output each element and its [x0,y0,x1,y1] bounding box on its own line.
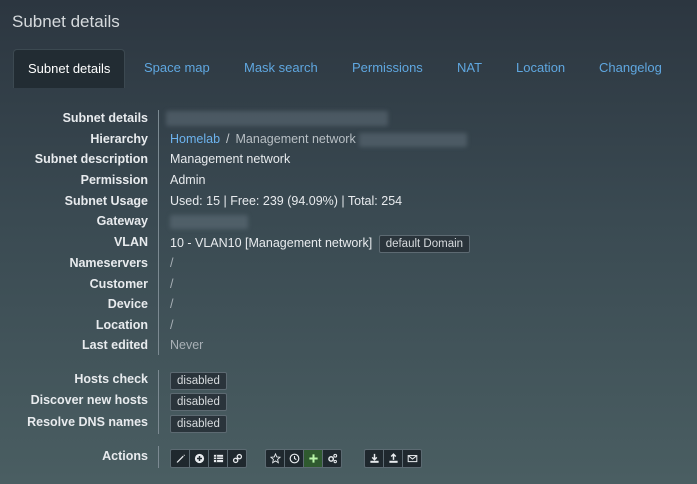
hosts-check-badge: disabled [170,372,227,390]
label-actions: Actions [102,449,148,463]
plus-icon[interactable] [303,449,323,468]
label-hierarchy: Hierarchy [90,132,148,146]
label-location: Location [95,318,148,332]
value-resolve-dns: disabled [170,415,227,433]
tab-bar: Subnet details Space map Mask search Per… [13,49,689,88]
label-device: Device [107,297,148,311]
tab-mask-search[interactable]: Mask search [244,49,318,87]
label-resolve-dns: Resolve DNS names [27,415,148,429]
row-hierarchy: Hierarchy Homelab / Management network [0,132,697,152]
row-customer: Customer / [0,277,697,297]
tab-space-map[interactable]: Space map [144,49,210,87]
envelope-icon[interactable] [402,449,422,468]
list-icon[interactable] [208,449,228,468]
upload-icon[interactable] [383,449,403,468]
edit-button-group [170,449,247,468]
clock-icon[interactable] [284,449,304,468]
cogs-icon[interactable] [322,449,342,468]
hierarchy-redacted [358,132,467,147]
row-actions: Actions [0,449,697,469]
label-vlan: VLAN [113,235,148,249]
tab-nat[interactable]: NAT [457,49,482,87]
value-hosts-check: disabled [170,372,227,390]
subnet-address-redacted [166,111,388,127]
resolve-dns-badge: disabled [170,415,227,433]
tab-subnet-details[interactable]: Subnet details [13,49,126,88]
label-nameservers: Nameservers [69,256,148,270]
row-vlan: VLAN 10 - VLAN10 [Management network] de… [0,235,697,255]
row-hosts-check: Hosts check disabled [0,372,697,392]
label-discover: Discover new hosts [30,393,148,407]
value-vlan: 10 - VLAN10 [Management network] default… [170,235,471,253]
row-resolve-dns: Resolve DNS names disabled [0,415,697,435]
tab-location[interactable]: Location [516,49,565,87]
row-usage: Subnet Usage Used: 15 | Free: 239 (94.09… [0,194,697,214]
gateway-redacted [170,214,248,229]
value-discover: disabled [170,393,227,411]
value-nameservers: / [170,256,174,270]
vlan-text: 10 - VLAN10 [Management network] [170,236,373,250]
label-gateway: Gateway [96,214,148,228]
label-permission: Permission [80,173,148,187]
row-subnet-details: Subnet details [0,111,697,131]
value-usage: Used: 15 | Free: 239 (94.09%) | Total: 2… [170,194,403,208]
value-description: Management network [170,152,291,166]
vlan-domain-badge: default Domain [378,235,471,253]
download-icon[interactable] [364,449,384,468]
value-device: / [170,297,174,311]
row-last-edited: Last edited Never [0,338,697,358]
row-device: Device / [0,297,697,317]
label-customer: Customer [89,277,148,291]
value-customer: / [170,277,174,291]
row-description: Subnet description Management network [0,152,697,172]
star-icon[interactable] [265,449,285,468]
hierarchy-root-link[interactable]: Homelab [170,132,220,146]
label-usage: Subnet Usage [64,194,148,208]
row-nameservers: Nameservers / [0,256,697,276]
discover-badge: disabled [170,393,227,411]
tab-changelog[interactable]: Changelog [599,49,662,87]
hierarchy-breadcrumb: Homelab / Management network [170,132,467,147]
value-location: / [170,318,174,332]
hierarchy-current: Management network [235,132,356,146]
tab-permissions[interactable]: Permissions [352,49,423,87]
label-description: Subnet description [34,152,148,166]
import-export-button-group [364,449,422,468]
label-subnet-details: Subnet details [62,111,148,125]
tools-button-group [265,449,342,468]
row-permission: Permission Admin [0,173,697,193]
plus-circle-icon[interactable] [189,449,209,468]
label-hosts-check: Hosts check [74,372,148,386]
pencil-icon[interactable] [170,449,190,468]
breadcrumb-separator: / [226,132,230,146]
row-location: Location / [0,318,697,338]
value-last-edited: Never [170,338,204,352]
panel-title: Subnet details [12,12,120,31]
label-last-edited: Last edited [82,338,148,352]
link-icon[interactable] [227,449,247,468]
row-discover: Discover new hosts disabled [0,393,697,413]
row-gateway: Gateway [0,214,697,234]
value-permission: Admin [170,173,206,187]
